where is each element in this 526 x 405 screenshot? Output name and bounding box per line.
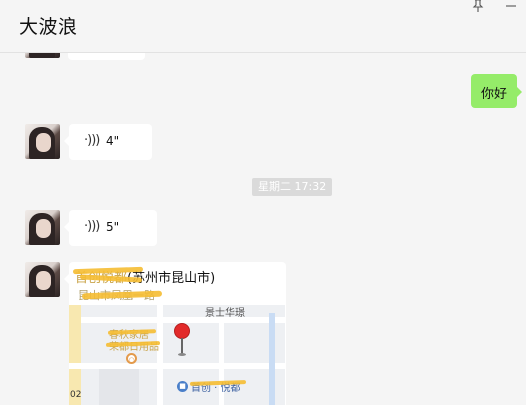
map-label: 景士华璟 xyxy=(205,308,245,319)
contact-avatar[interactable] xyxy=(25,262,60,297)
voice-message-bubble[interactable]: ·))) 5" xyxy=(64,210,157,246)
location-map[interactable]: 景士华璟 春秋家居 荣都日用品 ○ ■ 首创 · 悦都 02 xyxy=(69,305,285,405)
message-timestamp: 星期二 17:32 xyxy=(252,178,333,196)
sent-message-text: 你好 xyxy=(481,87,508,102)
sent-message-bubble[interactable]: 你好 xyxy=(471,74,522,108)
chat-header: 大波浪 xyxy=(0,0,526,53)
map-scale: 02 xyxy=(70,390,82,400)
voice-wave-icon: ·))) xyxy=(84,133,100,148)
chat-title: 大波浪 xyxy=(19,16,78,38)
contact-avatar[interactable] xyxy=(25,210,60,245)
contact-avatar[interactable] xyxy=(25,124,60,159)
voice-duration: 4" xyxy=(106,134,120,148)
pin-icon[interactable] xyxy=(470,0,486,13)
voice-wave-icon: ·))) xyxy=(84,219,100,234)
shop-poi-icon: ○ xyxy=(126,353,137,364)
voice-duration: 5" xyxy=(106,220,120,234)
voice-message-bubble[interactable]: ·))) 4" xyxy=(64,124,152,160)
minimize-icon[interactable] xyxy=(503,0,519,13)
location-pin-icon xyxy=(174,323,190,339)
building-poi-icon: ■ xyxy=(177,381,188,392)
